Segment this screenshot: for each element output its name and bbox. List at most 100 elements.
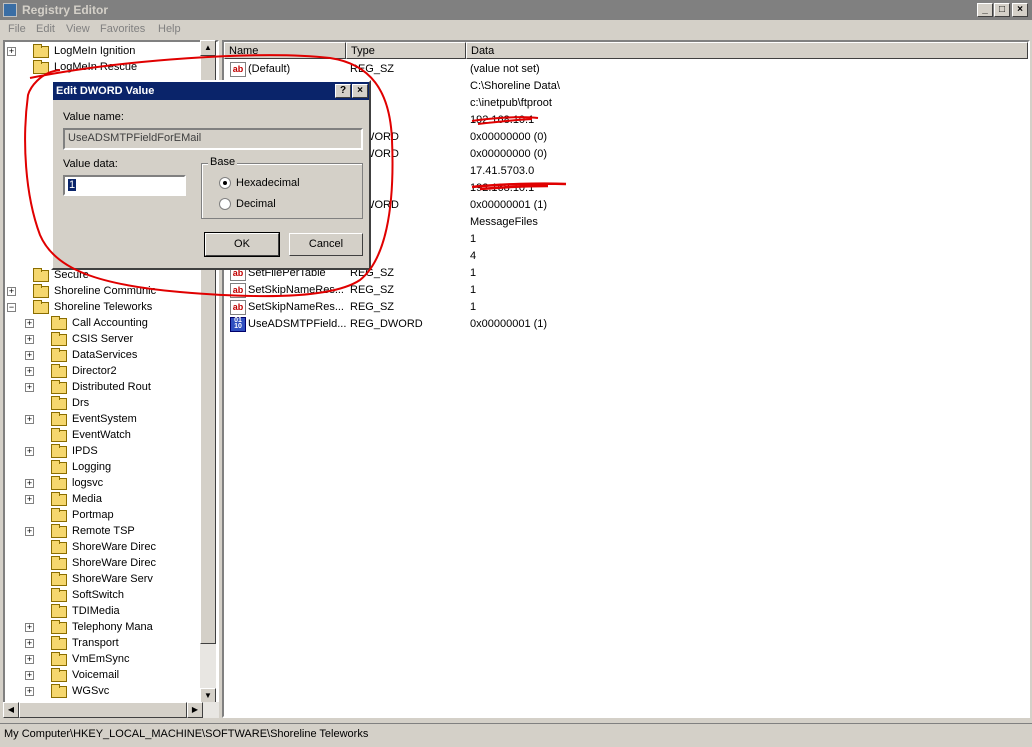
tree-item[interactable]: EventWatch	[5, 428, 201, 444]
expand-icon[interactable]: +	[25, 623, 34, 632]
cell-data: 1	[470, 301, 477, 313]
base-label: Base	[208, 156, 238, 168]
decimal-radio[interactable]	[219, 198, 231, 210]
expand-icon[interactable]: +	[25, 447, 34, 456]
string-value-icon: ab	[230, 283, 246, 298]
dword-value-icon: 01 10	[230, 317, 246, 332]
expand-icon[interactable]: +	[7, 287, 16, 296]
expand-icon[interactable]: +	[25, 495, 34, 504]
tree-item[interactable]: − Shoreline Teleworks	[5, 300, 201, 316]
folder-icon	[51, 316, 67, 330]
tree-item-label: Voicemail	[72, 669, 120, 681]
tree-item[interactable]: + WGSvc	[5, 684, 201, 700]
menu-view[interactable]: View	[66, 23, 90, 35]
tree-item[interactable]: ShoreWare Direc	[5, 556, 201, 572]
value-data-input[interactable]: 1	[63, 175, 186, 196]
dialog-close-button[interactable]: ×	[352, 84, 368, 98]
list-row[interactable]: ab SetSkipNameRes... REG_SZ 1	[224, 299, 1024, 316]
tree-item[interactable]: ShoreWare Serv	[5, 572, 201, 588]
expand-icon[interactable]: +	[25, 671, 34, 680]
minimize-button[interactable]: _	[977, 3, 993, 17]
column-header-data[interactable]: Data	[466, 42, 1028, 59]
tree-item-label: CSIS Server	[72, 333, 134, 345]
expand-icon[interactable]: +	[25, 335, 34, 344]
tree-item-label: Drs	[72, 397, 90, 409]
folder-icon	[33, 268, 49, 282]
tree-item[interactable]: + Shoreline Communic	[5, 284, 201, 300]
tree-item[interactable]: + Call Accounting	[5, 316, 201, 332]
window-title-bar[interactable]: Registry Editor _ □ ×	[0, 0, 1032, 20]
value-name-label: Value name:	[63, 111, 124, 123]
tree-horizontal-scrollbar[interactable]: ◀ ▶	[3, 702, 219, 718]
folder-icon	[51, 636, 67, 650]
expand-icon[interactable]: +	[7, 47, 16, 56]
tree-item[interactable]: Portmap	[5, 508, 201, 524]
tree-item[interactable]: + VmEmSync	[5, 652, 201, 668]
list-row[interactable]: ab SetSkipNameRes... REG_SZ 1	[224, 282, 1024, 299]
expand-icon[interactable]: +	[25, 639, 34, 648]
tree-item[interactable]: + Distributed Rout	[5, 380, 201, 396]
hexadecimal-label[interactable]: Hexadecimal	[236, 177, 300, 189]
status-path: My Computer\HKEY_LOCAL_MACHINE\SOFTWARE\…	[4, 728, 369, 740]
scroll-left-button[interactable]: ◀	[3, 702, 19, 718]
tree-item[interactable]: LogMeIn Rescue	[5, 60, 201, 76]
tree-item[interactable]: + IPDS	[5, 444, 201, 460]
expand-icon[interactable]: +	[25, 687, 34, 696]
tree-item[interactable]: Secure	[5, 268, 201, 284]
cell-data: c:\inetpub\ftproot	[470, 97, 552, 109]
expand-icon[interactable]: +	[25, 527, 34, 536]
tree-item[interactable]: + Transport	[5, 636, 201, 652]
menu-edit[interactable]: Edit	[36, 23, 55, 35]
folder-icon	[51, 668, 67, 682]
expand-icon[interactable]: +	[25, 367, 34, 376]
status-bar: My Computer\HKEY_LOCAL_MACHINE\SOFTWARE\…	[0, 723, 1032, 743]
maximize-button[interactable]: □	[994, 3, 1010, 17]
list-row[interactable]: 01 10 UseADSMTPField... REG_DWORD 0x00000001…	[224, 316, 1024, 333]
help-button[interactable]: ?	[335, 84, 351, 98]
tree-item[interactable]: SoftSwitch	[5, 588, 201, 604]
expand-icon[interactable]: +	[25, 655, 34, 664]
tree-item[interactable]: + Voicemail	[5, 668, 201, 684]
tree-item[interactable]: ShoreWare Direc	[5, 540, 201, 556]
scroll-up-button[interactable]: ▲	[200, 40, 216, 56]
tree-item[interactable]: + Director2	[5, 364, 201, 380]
tree-item[interactable]: + DataServices	[5, 348, 201, 364]
cell-data: MessageFiles	[470, 216, 538, 228]
cancel-button[interactable]: Cancel	[289, 233, 363, 256]
list-row[interactable]: ab (Default) REG_SZ (value not set)	[224, 61, 1024, 78]
tree-item[interactable]: TDIMedia	[5, 604, 201, 620]
tree-item-label: Remote TSP	[72, 525, 135, 537]
menu-favorites[interactable]: Favorites	[100, 23, 145, 35]
expand-icon[interactable]: +	[25, 415, 34, 424]
scroll-right-button[interactable]: ▶	[187, 702, 203, 718]
menu-help[interactable]: Help	[158, 23, 181, 35]
folder-icon	[51, 524, 67, 538]
column-header-type[interactable]: Type	[346, 42, 466, 59]
hscroll-thumb[interactable]	[19, 702, 187, 718]
expand-icon[interactable]: +	[25, 479, 34, 488]
hexadecimal-radio[interactable]	[219, 177, 231, 189]
tree-item-label: LogMeIn Ignition	[54, 45, 136, 57]
menu-file[interactable]: File	[8, 23, 26, 35]
expand-icon[interactable]: +	[25, 351, 34, 360]
cell-data: 1	[470, 284, 477, 296]
tree-item[interactable]: + Media	[5, 492, 201, 508]
tree-item[interactable]: + EventSystem	[5, 412, 201, 428]
tree-item[interactable]: + CSIS Server	[5, 332, 201, 348]
close-button[interactable]: ×	[1012, 3, 1028, 17]
dialog-title-bar[interactable]: Edit DWORD Value ? ×	[53, 82, 369, 100]
tree-item[interactable]: + LogMeIn Ignition	[5, 44, 201, 60]
tree-item[interactable]: + Telephony Mana	[5, 620, 201, 636]
cell-data: 0x00000001 (1)	[470, 199, 548, 211]
ok-button[interactable]: OK	[204, 232, 280, 257]
column-header-name[interactable]: Name	[224, 42, 346, 59]
decimal-label[interactable]: Decimal	[236, 198, 276, 210]
expand-icon[interactable]: +	[25, 383, 34, 392]
tree-item[interactable]: Logging	[5, 460, 201, 476]
collapse-icon[interactable]: −	[7, 303, 16, 312]
base-groupbox	[201, 163, 363, 219]
tree-item[interactable]: + Remote TSP	[5, 524, 201, 540]
expand-icon[interactable]: +	[25, 319, 34, 328]
tree-item[interactable]: + logsvc	[5, 476, 201, 492]
tree-item[interactable]: Drs	[5, 396, 201, 412]
